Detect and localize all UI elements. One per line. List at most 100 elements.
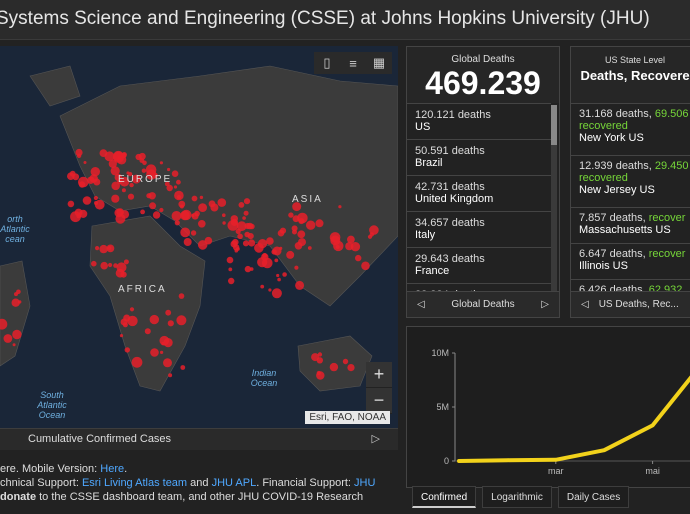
case-marker[interactable] [161, 341, 165, 346]
case-marker[interactable] [329, 232, 341, 243]
case-marker[interactable] [146, 193, 152, 199]
case-marker[interactable] [347, 235, 355, 244]
case-marker[interactable] [14, 292, 18, 297]
case-marker[interactable] [167, 167, 171, 172]
deaths-scroll-thumb[interactable] [551, 105, 557, 145]
case-marker[interactable] [236, 247, 240, 251]
case-marker[interactable] [173, 185, 178, 189]
case-marker[interactable] [140, 209, 146, 215]
case-marker[interactable] [163, 358, 172, 368]
case-marker[interactable] [198, 203, 208, 213]
case-marker[interactable] [307, 246, 312, 250]
case-marker[interactable] [342, 358, 349, 365]
case-marker[interactable] [82, 196, 92, 205]
case-marker[interactable] [315, 219, 324, 228]
case-marker[interactable] [279, 227, 287, 234]
case-marker[interactable] [236, 221, 247, 232]
case-marker[interactable] [246, 222, 254, 230]
state-level-list[interactable]: 31.168 deaths, 69.506 recovered New York U… [571, 103, 690, 315]
case-marker[interactable] [271, 288, 282, 299]
case-marker[interactable] [176, 315, 187, 326]
case-marker[interactable] [282, 272, 287, 277]
case-marker[interactable] [260, 284, 265, 289]
case-marker[interactable] [152, 211, 161, 219]
state-row[interactable]: 31.168 deaths, 69.506 recovered New York U… [571, 103, 690, 155]
case-marker[interactable] [123, 314, 131, 322]
state-row[interactable]: 7.857 deaths, recover Massachusetts US [571, 207, 690, 243]
case-marker[interactable] [180, 227, 191, 238]
jhu-apl-link[interactable]: JHU APL [212, 477, 257, 489]
global-deaths-list[interactable]: 120.121 deaths US 50.591 deaths Brazil 42.73… [407, 103, 551, 291]
case-marker[interactable] [94, 199, 105, 210]
case-marker[interactable] [191, 213, 195, 218]
case-marker[interactable] [124, 347, 130, 353]
case-marker[interactable] [72, 173, 80, 181]
case-marker[interactable] [243, 210, 249, 216]
case-marker[interactable] [238, 202, 245, 208]
case-marker[interactable] [129, 307, 135, 312]
case-marker[interactable] [222, 221, 226, 225]
case-marker[interactable] [208, 200, 216, 208]
case-marker[interactable] [316, 371, 325, 380]
case-marker[interactable] [144, 328, 151, 335]
case-marker[interactable] [297, 230, 306, 239]
case-marker[interactable] [122, 322, 128, 328]
case-marker[interactable] [369, 232, 374, 237]
case-marker[interactable] [243, 198, 251, 205]
case-marker[interactable] [108, 159, 117, 168]
prev-state-panel-button[interactable]: ◁ [581, 299, 589, 310]
case-marker[interactable] [131, 356, 143, 368]
case-marker[interactable] [99, 149, 108, 157]
case-marker[interactable] [230, 240, 238, 248]
case-marker[interactable] [11, 298, 20, 307]
case-marker[interactable] [135, 153, 142, 161]
case-marker[interactable] [83, 161, 87, 164]
case-marker[interactable] [197, 240, 208, 250]
case-marker[interactable] [288, 212, 294, 218]
case-marker[interactable] [242, 216, 246, 220]
state-row[interactable]: 12.939 deaths, 29.450 recovered New Jersey… [571, 155, 690, 207]
prev-panel-button[interactable]: ◁ [417, 299, 425, 310]
case-marker[interactable] [248, 239, 256, 247]
case-marker[interactable] [286, 250, 295, 259]
case-marker[interactable] [268, 288, 272, 292]
mobile-version-link[interactable]: Here [100, 463, 124, 475]
case-marker[interactable] [361, 261, 370, 271]
case-marker[interactable] [194, 210, 200, 217]
case-marker[interactable] [141, 168, 147, 173]
deaths-scrollbar[interactable] [551, 105, 557, 291]
case-marker[interactable] [111, 194, 120, 203]
chart-tab[interactable]: Daily Cases [557, 486, 630, 508]
case-marker[interactable] [183, 238, 192, 246]
case-marker[interactable] [171, 211, 182, 221]
case-marker[interactable] [78, 181, 86, 188]
case-marker[interactable] [228, 267, 233, 272]
case-marker[interactable] [347, 364, 355, 372]
case-marker[interactable] [91, 260, 97, 267]
case-marker[interactable] [222, 213, 226, 217]
case-marker[interactable] [93, 195, 98, 201]
case-marker[interactable] [76, 153, 82, 158]
case-marker[interactable] [3, 334, 13, 343]
case-marker[interactable] [176, 179, 181, 185]
case-marker[interactable] [355, 254, 362, 262]
case-marker[interactable] [306, 220, 316, 230]
case-marker[interactable] [159, 161, 163, 165]
case-marker[interactable] [277, 277, 281, 282]
case-marker[interactable] [181, 209, 192, 221]
case-marker[interactable] [12, 329, 22, 340]
case-marker[interactable] [217, 198, 227, 207]
case-marker[interactable] [149, 202, 157, 210]
case-marker[interactable] [226, 256, 234, 264]
case-marker[interactable] [95, 246, 100, 251]
case-marker[interactable] [292, 215, 300, 223]
case-marker[interactable] [168, 373, 173, 378]
case-marker[interactable] [350, 242, 361, 252]
case-marker[interactable] [142, 160, 147, 166]
case-marker[interactable] [166, 184, 173, 192]
case-marker[interactable] [12, 343, 16, 347]
death-row[interactable]: 28.324 deaths [407, 283, 551, 291]
case-marker[interactable] [107, 246, 112, 250]
case-marker[interactable] [335, 245, 340, 249]
death-row[interactable]: 34.657 deaths Italy [407, 211, 551, 247]
